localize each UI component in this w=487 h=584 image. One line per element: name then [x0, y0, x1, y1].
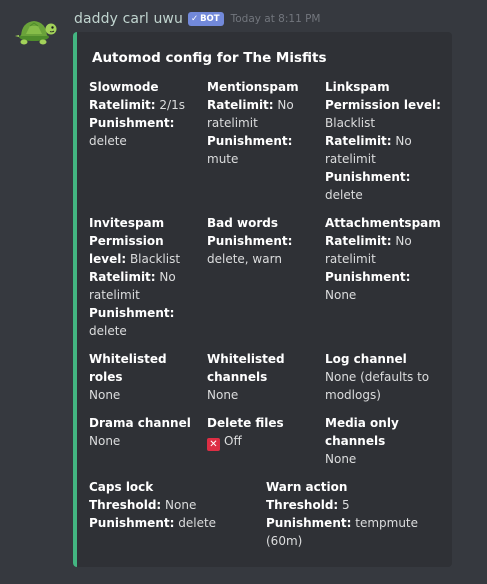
field-drama-channel: Drama channel None: [89, 414, 201, 450]
avatar[interactable]: [14, 14, 58, 48]
field-name: Warn action: [266, 480, 348, 494]
punishment-value: delete: [89, 324, 127, 338]
cross-mark-icon: ✕: [207, 438, 220, 451]
field-whitelisted-roles: Whitelisted roles None: [89, 350, 201, 404]
field-invitespam: Invitespam Permission level: Blacklist R…: [89, 214, 201, 340]
field-linkspam: Linkspam Permission level: Blacklist Rat…: [325, 78, 443, 204]
field-value: None: [325, 452, 357, 466]
bot-badge: ✓ BOT: [187, 12, 224, 26]
embed-title: Automod config for The Misfits: [92, 50, 327, 66]
threshold-label: Threshold:: [266, 498, 339, 512]
field-whitelisted-channels: Whitelisted channels None: [207, 350, 297, 404]
punishment-label: Punishment:: [325, 170, 411, 184]
punishment-value: mute: [207, 152, 239, 166]
message-header: daddy carl uwu ✓ BOT Today at 8:11 PM: [74, 9, 321, 29]
field-name: Linkspam: [325, 80, 390, 94]
username[interactable]: daddy carl uwu: [74, 11, 183, 27]
field-delete-files: Delete files ✕ Off: [207, 414, 319, 451]
field-name: Bad words: [207, 216, 278, 230]
permission-value: Blacklist: [129, 252, 181, 266]
punishment-value: delete: [89, 134, 127, 148]
punishment-label: Punishment:: [89, 306, 175, 320]
permission-label: Permission level:: [325, 98, 441, 112]
field-name: Media only channels: [325, 416, 399, 448]
threshold-label: Threshold:: [89, 498, 162, 512]
field-attachmentspam: Attachmentspam Ratelimit: No ratelimit P…: [325, 214, 443, 304]
field-name: Whitelisted roles: [89, 352, 167, 384]
punishment-label: Punishment:: [89, 516, 175, 530]
turtle-avatar-icon: [15, 21, 57, 45]
field-name: Log channel: [325, 352, 407, 366]
punishment-value: delete: [178, 516, 217, 530]
ratelimit-value: 2/1s: [159, 98, 185, 112]
checkmark-icon: ✓: [190, 14, 199, 24]
field-name: Invitespam: [89, 216, 165, 230]
field-name: Delete files: [207, 416, 284, 430]
punishment-label: Punishment:: [207, 234, 293, 248]
field-value: Off: [224, 434, 242, 448]
field-warn-action: Warn action Threshold: 5 Punishment: tem…: [266, 478, 438, 550]
field-slowmode: Slowmode Ratelimit: 2/1s Punishment: del…: [89, 78, 201, 150]
field-name: Mentionspam: [207, 80, 299, 94]
permission-value: Blacklist: [325, 116, 376, 130]
punishment-label: Punishment:: [266, 516, 352, 530]
field-name: Caps lock: [89, 480, 154, 494]
field-caps-lock: Caps lock Threshold: None Punishment: de…: [89, 478, 259, 532]
bot-badge-label: BOT: [200, 14, 220, 24]
embed: Automod config for The Misfits Slowmode …: [73, 32, 452, 567]
field-value: None: [207, 388, 239, 402]
field-name: Drama channel: [89, 416, 191, 430]
field-name: Attachmentspam: [325, 216, 441, 230]
ratelimit-label: Ratelimit:: [89, 270, 156, 284]
field-bad-words: Bad words Punishment: delete, warn: [207, 214, 319, 268]
punishment-label: Punishment:: [207, 134, 293, 148]
timestamp[interactable]: Today at 8:11 PM: [231, 13, 321, 25]
punishment-label: Punishment:: [89, 116, 175, 130]
ratelimit-label: Ratelimit:: [207, 98, 274, 112]
ratelimit-label: Ratelimit:: [325, 134, 392, 148]
field-log-channel: Log channel None (defaults to modlogs): [325, 350, 437, 404]
punishment-label: Punishment:: [325, 270, 411, 284]
field-value: None: [89, 388, 121, 402]
punishment-value: delete, warn: [207, 252, 282, 266]
field-mentionspam: Mentionspam Ratelimit: No ratelimit Puni…: [207, 78, 319, 168]
field-name: Slowmode: [89, 80, 159, 94]
ratelimit-label: Ratelimit:: [325, 234, 392, 248]
threshold-value: 5: [342, 498, 350, 512]
field-name: Whitelisted channels: [207, 352, 285, 384]
field-value: None: [89, 434, 121, 448]
field-media-only-channels: Media only channels None: [325, 414, 425, 468]
punishment-value: None: [325, 288, 357, 302]
punishment-value: delete: [325, 188, 363, 202]
threshold-value: None: [165, 498, 197, 512]
ratelimit-label: Ratelimit:: [89, 98, 156, 112]
field-value: None (defaults to modlogs): [325, 370, 430, 402]
